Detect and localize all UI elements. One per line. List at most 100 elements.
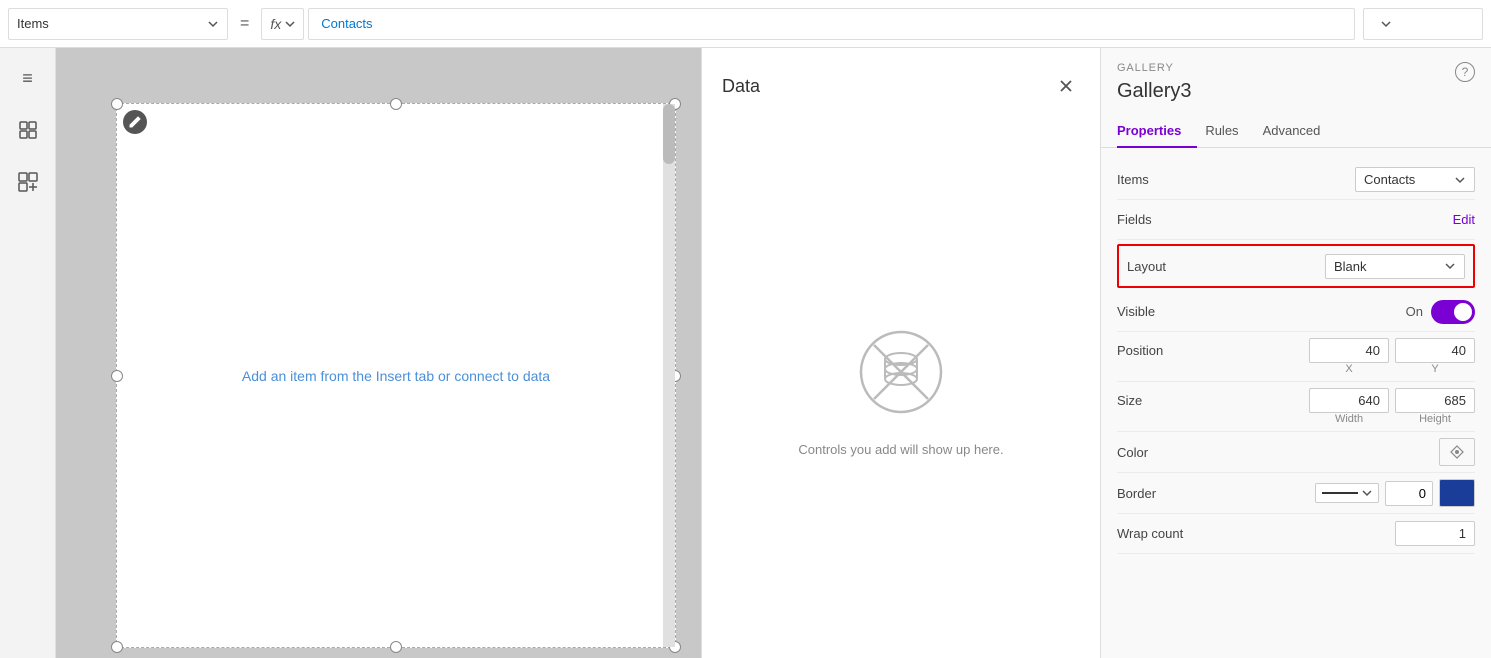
color-label: Color	[1117, 445, 1237, 460]
toggle-container: On	[1406, 300, 1475, 324]
handle-top-mid[interactable]	[390, 98, 402, 110]
layout-dropdown[interactable]: Blank	[1325, 254, 1465, 279]
items-dropdown-label: Items	[17, 16, 199, 31]
menu-icon: ≡	[22, 68, 33, 89]
items-dropdown-prop[interactable]: Contacts	[1355, 167, 1475, 192]
data-panel-title: Data	[722, 76, 760, 97]
wrap-count-control	[1237, 521, 1475, 546]
position-control	[1237, 338, 1475, 363]
position-x-label: X	[1309, 363, 1389, 375]
prop-border-row: Border	[1117, 473, 1475, 514]
fields-control: Edit	[1237, 212, 1475, 227]
prop-visible-row: Visible On	[1117, 292, 1475, 332]
scrollbar-thumb[interactable]	[663, 104, 675, 164]
layout-value: Blank	[1334, 259, 1367, 274]
size-label: Size	[1117, 393, 1237, 408]
prop-position-row: Position X Y	[1117, 332, 1475, 382]
prop-fields-row: Fields Edit	[1117, 200, 1475, 240]
data-panel-body-text: Controls you add will show up here.	[798, 442, 1003, 457]
chevron-down-icon	[207, 18, 219, 30]
size-height-label: Height	[1395, 413, 1475, 425]
handle-bot-left[interactable]	[111, 641, 123, 653]
gallery-title: Gallery3	[1101, 76, 1491, 115]
chevron-down-icon	[285, 19, 295, 29]
canvas-area: Add an item from the Insert tab or conne…	[56, 48, 701, 658]
prop-wrap-count-row: Wrap count	[1117, 514, 1475, 554]
sidebar-item-components[interactable]	[10, 164, 46, 200]
formula-value: Contacts	[321, 16, 372, 31]
equals-symbol: =	[228, 15, 261, 33]
handle-top-left[interactable]	[111, 98, 123, 110]
formula-right-dropdown[interactable]	[1363, 8, 1483, 40]
close-icon	[1058, 78, 1074, 94]
prop-items-row: Items Contacts	[1117, 160, 1475, 200]
color-control	[1237, 438, 1475, 466]
data-panel-header: Data	[702, 48, 1100, 120]
size-height-input[interactable]	[1395, 388, 1475, 413]
wrap-count-label: Wrap count	[1117, 526, 1237, 541]
border-line-preview	[1322, 492, 1358, 494]
visible-toggle[interactable]	[1431, 300, 1475, 324]
props-body: Items Contacts Fields Edit Layout	[1101, 148, 1491, 566]
toggle-on-label: On	[1406, 304, 1423, 319]
fields-label: Fields	[1117, 212, 1237, 227]
fields-edit-link[interactable]: Edit	[1453, 212, 1475, 227]
database-svg	[856, 327, 946, 417]
chevron-down-icon	[1444, 260, 1456, 272]
wrap-count-input[interactable]	[1395, 521, 1475, 546]
items-label: Items	[1117, 172, 1237, 187]
color-swatch[interactable]	[1439, 438, 1475, 466]
tab-rules[interactable]: Rules	[1205, 115, 1254, 148]
components-icon	[17, 171, 39, 193]
prop-size-row: Size Width Height	[1117, 382, 1475, 432]
gallery-canvas[interactable]: Add an item from the Insert tab or conne…	[116, 103, 676, 648]
help-icon[interactable]: ?	[1455, 62, 1475, 82]
top-bar: Items = fx Contacts	[0, 0, 1491, 48]
border-width-input[interactable]	[1385, 481, 1433, 506]
color-picker-icon	[1449, 444, 1465, 460]
left-sidebar: ≡	[0, 48, 56, 658]
chevron-down-icon	[1454, 174, 1466, 186]
edit-icon[interactable]	[123, 110, 147, 134]
sidebar-item-layers[interactable]	[10, 112, 46, 148]
border-control	[1237, 479, 1475, 507]
props-panel: GALLERY Gallery3 ? Properties Rules Adva…	[1101, 48, 1491, 658]
visible-label: Visible	[1117, 304, 1237, 319]
canvas-placeholder-text: Add an item from the Insert tab or conne…	[242, 368, 550, 384]
tab-properties[interactable]: Properties	[1117, 115, 1197, 148]
border-style-dropdown[interactable]	[1315, 483, 1379, 503]
position-label: Position	[1117, 343, 1237, 358]
border-color-swatch[interactable]	[1439, 479, 1475, 507]
formula-bar[interactable]: Contacts	[308, 8, 1355, 40]
layers-icon	[17, 119, 39, 141]
visible-control: On	[1237, 300, 1475, 324]
items-value: Contacts	[1364, 172, 1415, 187]
sidebar-item-menu[interactable]: ≡	[10, 60, 46, 96]
fx-label: fx	[270, 16, 281, 32]
pencil-icon	[128, 115, 142, 129]
data-panel: Data	[701, 48, 1101, 658]
position-x-input[interactable]	[1309, 338, 1389, 363]
position-y-input[interactable]	[1395, 338, 1475, 363]
border-controls	[1315, 479, 1475, 507]
canvas-scrollbar[interactable]	[663, 104, 675, 647]
layout-row-container: Layout Blank	[1117, 244, 1475, 288]
database-icon	[851, 322, 951, 422]
props-tabs: Properties Rules Advanced	[1101, 115, 1491, 148]
main-layout: ≡	[0, 48, 1491, 658]
border-label: Border	[1117, 486, 1237, 501]
prop-layout-row: Layout Blank	[1119, 246, 1473, 286]
position-y-label: Y	[1395, 363, 1475, 375]
layout-control: Blank	[1247, 254, 1465, 279]
data-panel-close-button[interactable]	[1052, 72, 1080, 100]
handle-bot-mid[interactable]	[390, 641, 402, 653]
prop-color-row: Color	[1117, 432, 1475, 473]
layout-label: Layout	[1127, 259, 1247, 274]
size-width-label: Width	[1309, 413, 1389, 425]
items-dropdown[interactable]: Items	[8, 8, 228, 40]
size-width-input[interactable]	[1309, 388, 1389, 413]
handle-mid-left[interactable]	[111, 370, 123, 382]
tab-advanced[interactable]: Advanced	[1263, 115, 1337, 148]
fx-button[interactable]: fx	[261, 8, 304, 40]
size-control	[1237, 388, 1475, 413]
